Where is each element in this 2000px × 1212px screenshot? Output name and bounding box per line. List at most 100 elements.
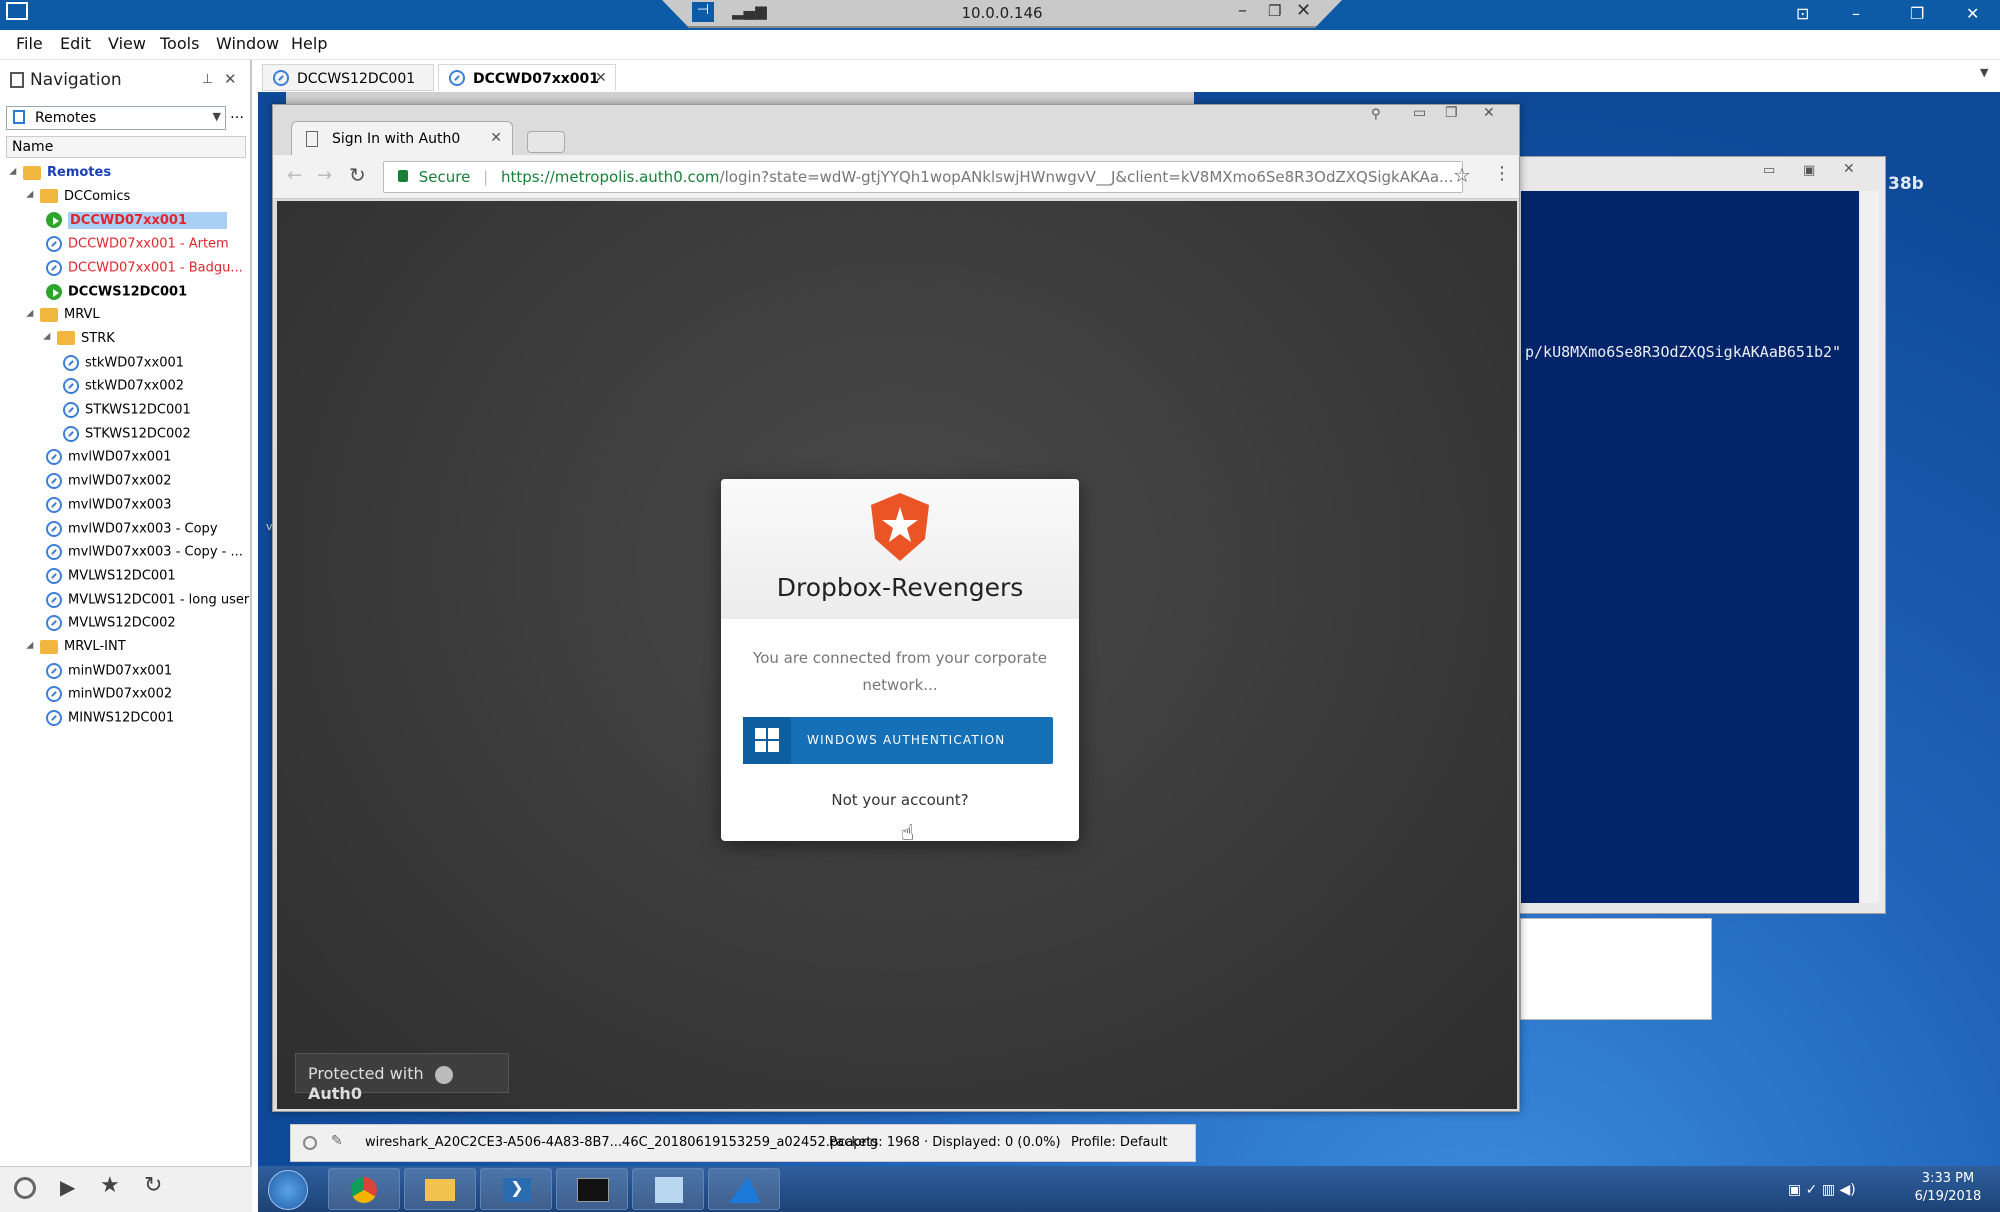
not-your-account-link[interactable]: Not your account?	[721, 791, 1079, 809]
window-close-icon[interactable]: ✕	[1966, 4, 1979, 23]
close-tab-icon[interactable]: ✕	[595, 70, 607, 86]
rdp-minimize-icon[interactable]: –	[1238, 0, 1247, 21]
navigation-panel: Navigation ⊥ ✕ Remotes ▼ … Name Remotes D…	[0, 60, 252, 1166]
expand-arrow-icon[interactable]	[26, 309, 37, 320]
tree-item[interactable]: mvlWD07xx003 - Copy	[46, 520, 218, 544]
menu-edit[interactable]: Edit	[60, 34, 91, 53]
rdp-close-icon[interactable]: ✕	[1296, 0, 1311, 21]
tree-item[interactable]: minWD07xx002	[46, 686, 172, 709]
tab-dccwd07xx001[interactable]: DCCWD07xx001 ✕	[438, 64, 616, 91]
taskbar-wireshark[interactable]	[708, 1168, 780, 1210]
browser-tab[interactable]: Sign In with Auth0 ✕	[291, 121, 513, 157]
ps-maximize-icon[interactable]: ▣	[1803, 163, 1815, 178]
windows-authentication-button[interactable]: WINDOWS AUTHENTICATION	[743, 717, 1053, 764]
tree-item[interactable]: Remotes	[9, 165, 111, 188]
menu-help[interactable]: Help	[291, 34, 327, 53]
tree-item[interactable]: stkWD07xx001	[63, 354, 184, 378]
menu-view[interactable]: View	[108, 34, 146, 53]
ps-minimize-icon[interactable]: ▭	[1763, 163, 1775, 178]
chrome-menu-icon[interactable]: ⋮	[1493, 163, 1511, 184]
chrome-restore-icon[interactable]: ❐	[1445, 105, 1458, 121]
remotes-filter-dropdown[interactable]: Remotes ▼	[6, 106, 226, 130]
taskbar-cmd[interactable]	[556, 1168, 628, 1210]
pin-icon[interactable]: ⊣	[692, 2, 714, 22]
tray-icons[interactable]: ▣ ✓ ▥ ◀)	[1788, 1182, 1856, 1198]
powershell-console[interactable]: p/kU8MXmo6Se8R3OdZXQSigkAKAaB651b2"	[1521, 191, 1859, 903]
refresh-icon[interactable]: ↻	[144, 1173, 162, 1198]
ps-close-icon[interactable]: ✕	[1843, 161, 1855, 177]
tree-item[interactable]: MVLWS12DC001	[46, 567, 176, 591]
expand-arrow-icon[interactable]	[9, 167, 20, 178]
tree-item[interactable]: MVLWS12DC002	[46, 615, 176, 638]
chrome-window[interactable]: Sign In with Auth0 ✕ ⚲ ▭ ❐ ✕ ← → ↻ Secur…	[272, 104, 1520, 1112]
protected-with-auth0-badge[interactable]: Protected with Auth0	[295, 1053, 509, 1103]
menu-file[interactable]: File	[16, 34, 43, 53]
tree-item[interactable]: STKWS12DC002	[63, 425, 191, 449]
expand-arrow-icon[interactable]	[26, 641, 37, 652]
expand-arrow-icon[interactable]	[43, 333, 54, 344]
window-restore-icon[interactable]: ❐	[1910, 4, 1924, 23]
play-icon[interactable]: ▶	[60, 1175, 75, 1199]
powershell-window[interactable]: ▭ ▣ ✕ p/kU8MXmo6Se8R3OdZXQSigkAKAaB651b2…	[1516, 156, 1886, 914]
taskbar-chrome[interactable]	[328, 1168, 400, 1210]
chrome-minimize-icon[interactable]: ▭	[1413, 105, 1426, 121]
tree-item[interactable]: DCCWD07xx001 - Badgu...	[46, 259, 243, 283]
close-panel-icon[interactable]: ✕	[224, 70, 237, 88]
tab-dccws12dc001[interactable]: DCCWS12DC001	[262, 64, 434, 91]
new-tab-button[interactable]	[527, 131, 565, 153]
tree-item[interactable]: STKWS12DC001	[63, 402, 191, 425]
star-icon[interactable]: ★	[100, 1173, 120, 1198]
forward-icon[interactable]: →	[317, 165, 332, 186]
capture-filename: wireshark_A20C2CE3-A506-4A83-8B7...46C_2…	[365, 1135, 879, 1150]
tree-item[interactable]: DCCWD07xx001 - Artem	[46, 236, 229, 259]
tab-list-chevron-icon[interactable]: ▼	[1980, 66, 1988, 79]
taskbar-powershell[interactable]: ❯	[480, 1168, 552, 1210]
address-bar[interactable]: Secure | https://metropolis.auth0.com/lo…	[383, 161, 1463, 193]
tree-item[interactable]: MRVL	[26, 307, 100, 330]
settings-icon[interactable]	[14, 1177, 36, 1199]
pin-panel-icon[interactable]: ⊥	[202, 72, 213, 87]
tab-label: DCCWD07xx001	[473, 71, 599, 87]
window-pin-icon[interactable]: ⊡	[1796, 4, 1809, 23]
tab-label: DCCWS12DC001	[297, 71, 416, 87]
url-path: /login?state=wdW-gtjYYQh1wopANklswjHWnwg…	[719, 168, 1454, 186]
start-button[interactable]	[268, 1170, 308, 1210]
scrollbar[interactable]	[1861, 191, 1879, 903]
tree-item[interactable]: MVLWS12DC001 - long user	[46, 591, 249, 615]
tree-item[interactable]: MINWS12DC001	[46, 710, 174, 733]
name-column-header[interactable]: Name	[6, 136, 246, 158]
rdp-restore-icon[interactable]: ❐	[1268, 2, 1281, 20]
wireshark-status-bar: ✎ wireshark_A20C2CE3-A506-4A83-8B7...46C…	[290, 1124, 1196, 1162]
profile-label[interactable]: Profile: Default	[1071, 1135, 1167, 1150]
profile-icon[interactable]: ⚲	[1371, 107, 1381, 122]
connection-icon	[46, 591, 62, 608]
more-options-icon[interactable]: …	[230, 106, 244, 122]
tree-item[interactable]: mvlWD07xx001	[46, 449, 172, 472]
tree-item[interactable]: stkWD07xx002	[63, 378, 184, 401]
menu-window[interactable]: Window	[216, 34, 279, 53]
tree-item[interactable]: DCCWS12DC001	[46, 283, 187, 307]
tree-item[interactable]: DCCWD07xx001	[46, 211, 227, 235]
close-tab-icon[interactable]: ✕	[490, 130, 502, 146]
tree-item[interactable]: MRVL-INT	[26, 639, 126, 662]
window-minimize-icon[interactable]: –	[1852, 4, 1860, 23]
taskbar-clock[interactable]: 3:33 PM 6/19/2018	[1900, 1170, 1996, 1206]
tree-item[interactable]: mvlWD07xx003 - Copy - ...	[46, 544, 243, 567]
chrome-close-icon[interactable]: ✕	[1483, 105, 1495, 121]
back-icon[interactable]: ←	[287, 165, 302, 186]
tree-item[interactable]: minWD07xx001	[46, 662, 172, 686]
tree-item[interactable]: STRK	[43, 331, 115, 354]
taskbar-app[interactable]	[632, 1168, 704, 1210]
tree-item[interactable]: DCComics	[26, 189, 130, 212]
tree-item-label: mvlWD07xx003 - Copy - ...	[68, 544, 243, 560]
taskbar-explorer[interactable]	[404, 1168, 476, 1210]
expand-arrow-icon[interactable]	[26, 190, 37, 202]
windows-authentication-label: WINDOWS AUTHENTICATION	[807, 733, 1006, 747]
tree-item[interactable]: mvlWD07xx002	[46, 473, 172, 496]
tree-item[interactable]: mvlWD07xx003	[46, 496, 172, 520]
background-window[interactable]	[1520, 918, 1712, 1020]
menu-tools[interactable]: Tools	[160, 34, 199, 53]
bookmark-star-icon[interactable]: ☆	[1453, 163, 1471, 187]
reload-icon[interactable]: ↻	[349, 163, 366, 187]
edit-comment-icon[interactable]: ✎	[331, 1133, 343, 1149]
